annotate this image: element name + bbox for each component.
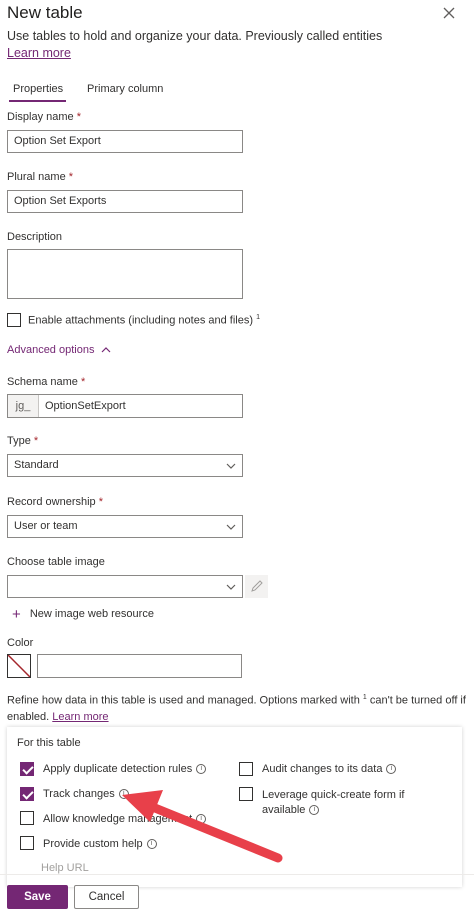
chevron-down-icon [226, 463, 236, 469]
color-swatch[interactable] [7, 654, 31, 678]
refine-description: Refine how data in this table is used an… [7, 694, 466, 723]
knowledge-management-label: Allow knowledge management i [43, 813, 207, 825]
table-image-label: Choose table image [7, 556, 105, 568]
record-ownership-dropdown[interactable]: User or team [7, 515, 243, 538]
edit-image-button[interactable] [245, 575, 268, 598]
chevron-down-icon [226, 584, 236, 590]
cancel-button[interactable]: Cancel [74, 885, 139, 909]
type-dropdown[interactable]: Standard [7, 454, 243, 477]
track-changes-checkbox[interactable] [20, 787, 34, 801]
record-ownership-label: Record ownership * [7, 496, 103, 508]
color-label: Color [7, 637, 34, 649]
tab-selected-indicator [9, 100, 66, 102]
info-icon[interactable]: i [196, 814, 207, 825]
info-icon[interactable]: i [386, 764, 397, 775]
audit-changes-label: Audit changes to its data i [262, 763, 397, 775]
schema-name-input[interactable]: jg_ OptionSetExport [7, 394, 243, 418]
chevron-up-icon [101, 347, 110, 353]
plural-name-label: Plural name * [7, 171, 74, 183]
enable-attachments-checkbox[interactable] [7, 313, 21, 327]
new-image-web-resource-button[interactable]: + New image web resource [12, 606, 154, 623]
advanced-options-toggle[interactable]: Advanced options [7, 344, 111, 356]
close-icon[interactable] [440, 4, 458, 22]
chevron-down-icon [226, 524, 236, 530]
help-url-label: Help URL [41, 862, 89, 874]
description-label: Description [7, 231, 63, 243]
audit-changes-checkbox[interactable] [239, 762, 253, 776]
description-textarea[interactable] [7, 249, 243, 299]
plural-name-input[interactable]: Option Set Exports [7, 190, 243, 213]
panel-title: New table [7, 3, 83, 22]
schema-prefix: jg_ [8, 395, 39, 417]
footer-divider [0, 874, 474, 875]
info-icon[interactable]: i [118, 789, 129, 800]
plus-icon: + [12, 606, 21, 623]
duplicate-detection-checkbox[interactable] [20, 762, 34, 776]
duplicate-detection-label: Apply duplicate detection rules i [43, 763, 207, 775]
info-icon[interactable]: i [146, 839, 157, 850]
no-color-icon [8, 655, 30, 677]
display-name-input[interactable]: Option Set Export [7, 130, 243, 153]
quick-create-label: Leverage quick-create form if available i [262, 789, 405, 816]
schema-name-value: OptionSetExport [45, 400, 126, 412]
table-image-dropdown[interactable] [7, 575, 243, 598]
type-selected-value: Standard [14, 459, 59, 471]
learn-more-link[interactable]: Learn more [7, 46, 71, 60]
tab-properties[interactable]: Properties [13, 83, 63, 95]
color-input[interactable] [37, 654, 242, 678]
panel-subtitle: Use tables to hold and organize your dat… [7, 29, 383, 43]
custom-help-label: Provide custom help i [43, 838, 157, 850]
track-changes-label: Track changes i [43, 788, 129, 800]
save-button[interactable]: Save [7, 885, 68, 909]
knowledge-management-checkbox[interactable] [20, 811, 34, 825]
enable-attachments-label: Enable attachments (including notes and … [28, 314, 260, 327]
schema-name-label: Schema name * [7, 376, 86, 388]
custom-help-checkbox[interactable] [20, 836, 34, 850]
info-icon[interactable]: i [196, 764, 207, 775]
ownership-selected-value: User or team [14, 520, 78, 532]
for-this-table-section: For this table Apply duplicate detection… [7, 727, 462, 887]
tab-primary-column[interactable]: Primary column [87, 83, 163, 95]
quick-create-checkbox[interactable] [239, 787, 253, 801]
refine-learn-more-link[interactable]: Learn more [52, 711, 108, 723]
for-this-table-heading: For this table [17, 737, 81, 749]
display-name-label: Display name * [7, 111, 81, 123]
pencil-icon [251, 580, 263, 592]
info-icon[interactable]: i [309, 805, 320, 816]
type-label: Type * [7, 435, 39, 447]
